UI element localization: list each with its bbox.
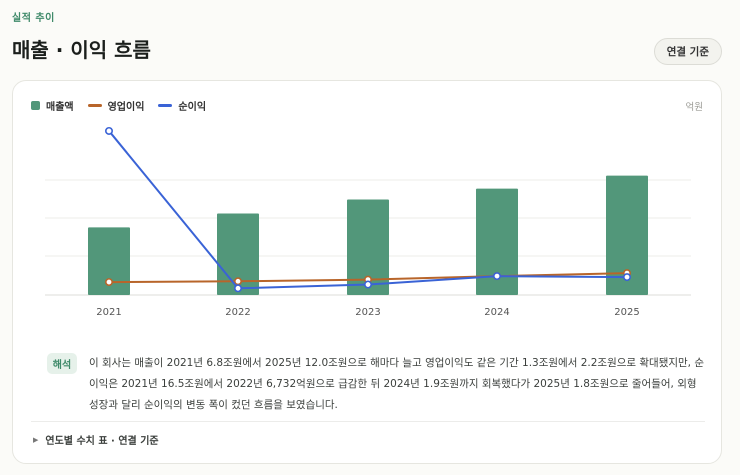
page-title: 매출 · 이익 흐름 xyxy=(12,38,151,62)
chart-card: 매출액 영업이익 순이익 억원 2021 2022 2023 2024 2025 해석 … xyxy=(12,80,722,464)
interpretation-text: 이 회사는 매출이 2021년 6.8조원에서 2025년 12.0조원으로 해… xyxy=(89,357,705,411)
operating-income-point xyxy=(234,277,243,286)
net-income-point xyxy=(363,280,372,289)
yearly-table-toggle-label: 연도별 수치 표 · 연결 기준 xyxy=(45,436,159,447)
x-tick-label: 2023 xyxy=(355,307,380,318)
operating-income-point xyxy=(105,278,114,287)
x-tick-label: 2021 xyxy=(96,307,121,318)
section-eyebrow: 실적 추이 xyxy=(12,13,55,24)
yearly-table-toggle[interactable]: ▶ 연도별 수치 표 · 연결 기준 xyxy=(33,432,159,448)
x-tick-label: 2024 xyxy=(484,307,509,318)
interpretation-badge: 해석 xyxy=(47,353,77,374)
divider xyxy=(31,421,705,422)
x-tick-label: 2022 xyxy=(225,307,250,318)
x-tick-label: 2025 xyxy=(614,307,639,318)
chart-plot: 2021 2022 2023 2024 2025 xyxy=(45,126,691,318)
net-income-point xyxy=(105,126,114,135)
triangle-right-icon: ▶ xyxy=(33,435,39,444)
net-income-point xyxy=(622,273,631,282)
net-income-point xyxy=(492,272,501,281)
net-income-point xyxy=(234,284,243,293)
consolidated-basis-button[interactable]: 연결 기준 xyxy=(653,38,722,65)
